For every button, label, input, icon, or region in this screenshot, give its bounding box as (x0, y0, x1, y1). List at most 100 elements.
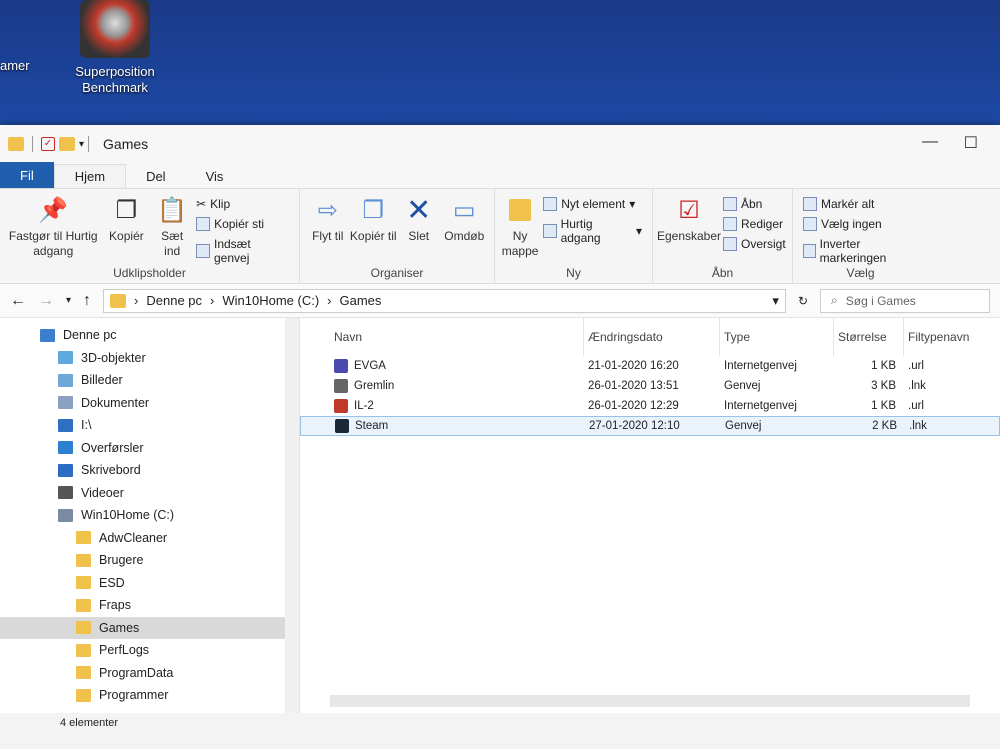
nav-item-label: ProgramData (99, 665, 174, 680)
nav-item[interactable]: Billeder (0, 369, 299, 392)
horizontal-scrollbar[interactable] (330, 695, 970, 707)
desktop-icon-superposition[interactable]: Superposition Benchmark (60, 0, 170, 96)
breadcrumb-drive[interactable]: Win10Home (C:) (222, 293, 319, 308)
pin-label: Fastgør til Hurtig adgang (8, 229, 98, 258)
new-folder-icon (505, 195, 535, 225)
copy-label: Kopiér (109, 229, 144, 243)
recent-chevron-icon[interactable]: ▾ (66, 295, 71, 306)
select-none-button[interactable]: Vælg ingen (803, 217, 918, 231)
open-button[interactable]: Åbn (723, 197, 786, 211)
tab-fil[interactable]: Fil (0, 162, 54, 188)
nav-item-label: Games (99, 620, 140, 635)
folder-icon (58, 441, 73, 455)
back-arrow-icon[interactable]: ← (10, 292, 26, 310)
file-date: 27-01-2020 12:10 (589, 420, 680, 432)
file-type: Genvej (724, 380, 761, 392)
cut-button[interactable]: ✂ Klip (196, 197, 289, 211)
refresh-icon[interactable]: ↻ (798, 294, 808, 308)
pin-icon: 📌 (38, 196, 69, 224)
folder-icon (58, 508, 73, 522)
nav-item[interactable]: Overførsler (0, 437, 299, 460)
select-all-icon (803, 197, 817, 211)
new-item-label: Nyt element (561, 197, 626, 211)
nav-item[interactable]: PerfLogs (0, 639, 299, 662)
search-placeholder: Søg i Games (845, 293, 916, 308)
maximize-button[interactable]: ☐ (964, 133, 978, 153)
nav-item[interactable]: I:\ (0, 414, 299, 437)
nav-item[interactable]: Win10Home (C:) (0, 504, 299, 527)
ribbon: 📌 Fastgør til Hurtig adgang ❐ Kopiér 📋 S… (0, 189, 1000, 284)
new-item-button[interactable]: Nyt element ▾ (543, 197, 642, 211)
file-row[interactable]: IL-2 26-01-2020 12:29 Internetgenvej 1 KB .u… (300, 396, 1000, 416)
nav-scrollbar[interactable] (285, 318, 299, 713)
nav-item[interactable]: 3D-objekter (0, 347, 299, 370)
nav-item[interactable]: Brugere (0, 549, 299, 572)
file-row[interactable]: Steam 27-01-2020 12:10 Genvej 2 KB .lnk (300, 416, 1000, 436)
file-row[interactable]: Gremlin 26-01-2020 13:51 Genvej 3 KB .lnk (300, 376, 1000, 396)
properties-label: Egenskaber (656, 229, 722, 243)
search-icon: ⌕ (831, 293, 838, 307)
file-date: 21-01-2020 16:20 (588, 360, 679, 372)
breadcrumb-denne-pc[interactable]: Denne pc (146, 293, 202, 308)
search-box[interactable]: ⌕ Søg i Games (820, 288, 990, 313)
forward-arrow-icon[interactable]: → (38, 292, 54, 310)
invert-selection-button[interactable]: Inverter markeringen (803, 237, 918, 265)
tab-del[interactable]: Del (126, 165, 186, 188)
tab-vis[interactable]: Vis (186, 165, 244, 188)
address-bar[interactable]: › Denne pc › Win10Home (C:) › Games ▾ (103, 288, 786, 313)
nav-item[interactable]: Games (0, 616, 299, 639)
up-arrow-icon[interactable]: ↑ (83, 292, 91, 310)
file-size: 3 KB (871, 380, 896, 392)
new-folder-icon[interactable] (59, 137, 75, 151)
file-ext: .url (908, 400, 924, 412)
column-header-date[interactable]: Ændringsdato (584, 318, 720, 356)
file-size: 2 KB (872, 420, 897, 432)
select-all-button[interactable]: Markér alt (803, 197, 918, 211)
breadcrumb-separator-icon: › (210, 293, 215, 308)
folder-icon (58, 486, 73, 500)
column-header-type[interactable]: Type (720, 318, 834, 356)
nav-item[interactable]: Skrivebord (0, 459, 299, 482)
column-header-size[interactable]: Størrelse (834, 318, 904, 356)
customize-dropdown-icon[interactable]: ▾ (79, 139, 84, 150)
shortcut-icon (334, 379, 348, 393)
nav-item[interactable]: AdwCleaner (0, 527, 299, 550)
main-area: Denne pc 3D-objekter Billeder Dokumenter I:\… (0, 318, 1000, 713)
desktop-icon-partial[interactable]: amer (0, 58, 30, 74)
minimize-button[interactable]: — (922, 133, 938, 151)
nav-item[interactable]: ESD (0, 572, 299, 595)
nav-item[interactable]: Fraps (0, 594, 299, 617)
tab-hjem[interactable]: Hjem (53, 164, 127, 188)
easy-access-button[interactable]: Hurtig adgang ▾ (543, 217, 642, 245)
file-ext: .url (908, 360, 924, 372)
folder-icon (110, 293, 127, 308)
column-header-name[interactable]: Navn (330, 318, 584, 356)
rename-icon: ▭ (452, 196, 476, 224)
nav-item[interactable]: Programmer (0, 684, 299, 707)
paste-shortcut-button[interactable]: Indsæt genvej (196, 237, 289, 265)
file-row[interactable]: EVGA 21-01-2020 16:20 Internetgenvej 1 KB .u… (300, 356, 1000, 376)
file-size: 1 KB (871, 400, 896, 412)
move-to-label: Flyt til (312, 229, 344, 243)
open-icon (723, 197, 737, 211)
edit-button[interactable]: Rediger (723, 217, 786, 231)
copy-icon: ❐ (115, 196, 138, 224)
address-dropdown-icon[interactable]: ▾ (772, 293, 779, 309)
history-button[interactable]: Oversigt (723, 237, 786, 251)
folder-icon (76, 666, 91, 680)
breadcrumb-games[interactable]: Games (340, 293, 382, 308)
scissors-icon: ✂ (196, 197, 207, 211)
nav-item[interactable]: Dokumenter (0, 392, 299, 415)
properties-check-icon[interactable]: ✓ (41, 137, 55, 151)
desktop-icon-label: Superposition Benchmark (75, 64, 155, 95)
nav-item[interactable]: ProgramData (0, 662, 299, 685)
shortcut-icon (335, 419, 349, 433)
copy-path-button[interactable]: Kopiér sti (196, 217, 289, 231)
nav-item[interactable]: Videoer (0, 482, 299, 505)
folder-icon (76, 531, 91, 545)
column-header-extension[interactable]: Filtypenavn (904, 318, 994, 356)
nav-item[interactable]: Denne pc (0, 324, 299, 347)
window-title: Games (103, 136, 149, 152)
clipboard-icon: 📋 (157, 196, 188, 224)
file-date: 26-01-2020 13:51 (588, 380, 679, 392)
